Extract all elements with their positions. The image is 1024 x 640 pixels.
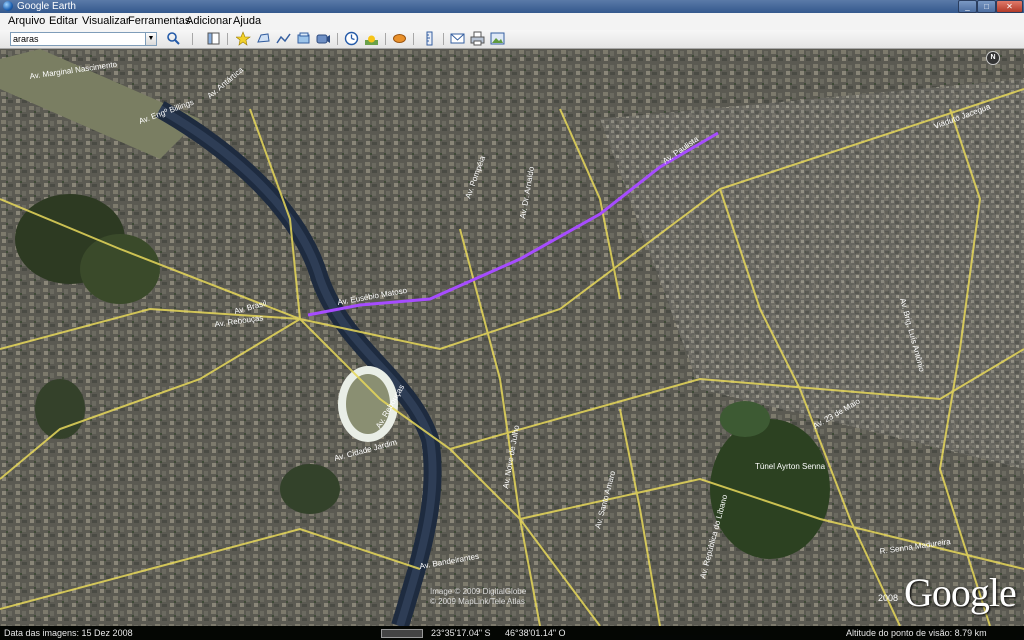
toolbar-separator (413, 33, 414, 45)
imagery-date: Data das imagens: 15 Dez 2008 (4, 628, 133, 638)
streaming-progress (381, 629, 423, 638)
record-tour-icon[interactable] (316, 31, 331, 46)
imagery-copyright: Image © 2009 DigitalGlobe © 2009 MapLink… (430, 587, 526, 607)
close-button[interactable]: ✕ (996, 0, 1023, 13)
print-icon[interactable] (470, 31, 485, 46)
copyright-line: Image © 2009 DigitalGlobe (430, 587, 527, 596)
toolbar-separator (337, 33, 338, 45)
menu-adicionar[interactable]: Adicionar (184, 13, 234, 30)
menu-visualizar[interactable]: Visualizar (80, 13, 132, 30)
menu-bar: Arquivo Editar Visualizar Ferramentas Ad… (0, 13, 1024, 31)
minimize-button[interactable]: _ (958, 0, 977, 13)
sun-icon[interactable] (364, 31, 379, 46)
title-bar: Google Earth _ □ ✕ (0, 0, 1024, 13)
status-bar: Data das imagens: 15 Dez 2008 23°35'17.0… (0, 626, 1024, 640)
toolbar-separator (443, 33, 444, 45)
save-image-icon[interactable] (490, 31, 505, 46)
ruler-icon[interactable] (422, 31, 437, 46)
map-view[interactable]: Av. Marginal Nascimento Av. Engº Billing… (0, 49, 1024, 626)
copyright-line: © 2009 MapLink/Tele Atlas (430, 597, 525, 606)
longitude-readout: 46°38'01.14" O (505, 628, 566, 638)
historical-imagery-icon[interactable] (344, 31, 359, 46)
menu-editar[interactable]: Editar (47, 13, 80, 30)
planets-icon[interactable] (392, 31, 407, 46)
eye-altitude-readout: Altitude do ponto de visão: 8.79 km (846, 628, 987, 638)
satellite-imagery: Av. Marginal Nascimento Av. Engº Billing… (0, 49, 1024, 626)
placemark-icon[interactable] (235, 31, 251, 46)
google-logo: Google (904, 570, 1017, 615)
google-earth-icon (3, 1, 13, 11)
north-compass-icon[interactable]: N (986, 51, 1000, 65)
search-icon[interactable] (166, 31, 181, 46)
road-label: Túnel Ayrton Senna (755, 462, 826, 471)
search-input[interactable] (10, 32, 153, 46)
email-icon[interactable] (450, 31, 465, 46)
toolbar: ▼ (0, 30, 1024, 49)
menu-ferramentas[interactable]: Ferramentas (126, 13, 192, 30)
latitude-readout: 23°35'17.04" S (431, 628, 491, 638)
polygon-icon[interactable] (256, 31, 271, 46)
sidebar-icon[interactable] (206, 31, 221, 46)
path-icon[interactable] (276, 31, 291, 46)
menu-arquivo[interactable]: Arquivo (6, 13, 47, 30)
maximize-button[interactable]: □ (977, 0, 996, 13)
menu-ajuda[interactable]: Ajuda (231, 13, 263, 30)
window-title: Google Earth (17, 1, 76, 12)
toolbar-separator (192, 33, 193, 45)
search-dropdown-button[interactable]: ▼ (145, 32, 157, 46)
overlay-icon[interactable] (296, 31, 311, 46)
logo-year: 2008 (878, 593, 899, 603)
toolbar-separator (385, 33, 386, 45)
toolbar-separator (227, 33, 228, 45)
